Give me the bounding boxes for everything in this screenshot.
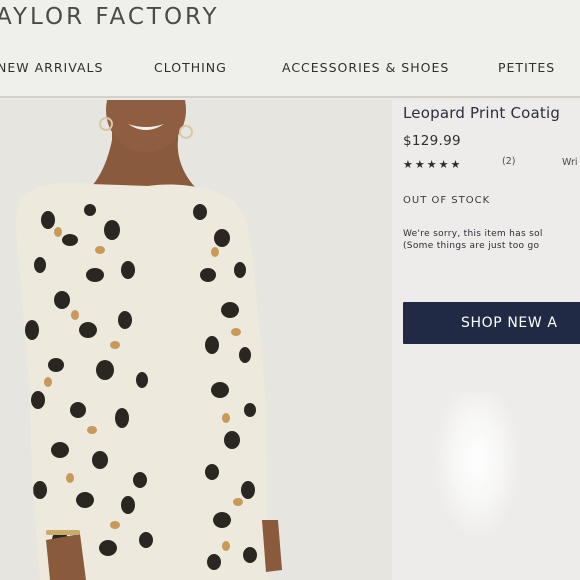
site-header: AYLOR FACTORY NEW ARRIVALS CLOTHING ACCE…: [0, 0, 580, 98]
review-count[interactable]: (2): [502, 156, 515, 167]
product-image[interactable]: [0, 100, 392, 580]
star-rating[interactable]: ★★★★★: [403, 158, 462, 171]
brand-logo[interactable]: AYLOR FACTORY: [0, 4, 220, 30]
main-nav: NEW ARRIVALS CLOTHING ACCESSORIES & SHOE…: [0, 60, 580, 84]
screen-glare: [432, 392, 522, 542]
write-review-link[interactable]: Wri: [562, 157, 578, 168]
header-divider: [0, 96, 580, 98]
nav-item-accessories-shoes[interactable]: ACCESSORIES & SHOES: [282, 60, 449, 75]
nav-item-new-arrivals[interactable]: NEW ARRIVALS: [0, 60, 103, 75]
sorry-line-2: (Some things are just too go: [403, 241, 540, 251]
product-title: Leopard Print Coatig: [403, 104, 561, 122]
shop-new-arrivals-button[interactable]: SHOP NEW A: [403, 302, 580, 344]
out-of-stock-message: We're sorry, this item has sol (Some thi…: [403, 228, 543, 252]
product-price: $129.99: [403, 133, 461, 149]
nav-item-petites[interactable]: PETITES: [498, 60, 555, 75]
nav-item-clothing[interactable]: CLOTHING: [154, 60, 227, 75]
product-details: Leopard Print Coatig $129.99 ★★★★★ (2) W…: [392, 100, 580, 580]
model-photo: [0, 100, 392, 580]
sorry-line-1: We're sorry, this item has sol: [403, 229, 543, 239]
stock-status: OUT OF STOCK: [403, 195, 491, 206]
screen: AYLOR FACTORY NEW ARRIVALS CLOTHING ACCE…: [0, 0, 580, 580]
